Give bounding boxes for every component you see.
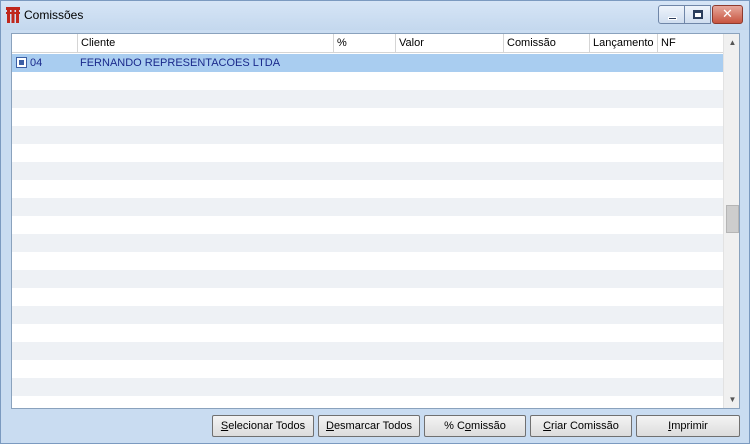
button-label: mprimir xyxy=(671,420,708,432)
empty-row xyxy=(12,162,723,180)
comissoes-window: Comissões ✕ Cliente % Comissão Valor Com… xyxy=(0,0,750,444)
empty-row xyxy=(12,396,723,408)
cell-lancamento xyxy=(589,54,657,72)
empty-row xyxy=(12,216,723,234)
column-header-comissao[interactable]: Comissão xyxy=(503,34,589,53)
desmarcar-todos-button[interactable]: Desmarcar Todos xyxy=(318,415,420,437)
empty-row xyxy=(12,288,723,306)
cell-pct-comissao xyxy=(333,54,395,72)
empty-row xyxy=(12,90,723,108)
mnemonic: D xyxy=(325,420,334,432)
empty-row xyxy=(12,234,723,252)
mnemonic: C xyxy=(543,420,552,432)
column-header-valor[interactable]: Valor xyxy=(395,34,503,53)
table-row[interactable]: 04 FERNANDO REPRESENTACOES LTDA xyxy=(12,54,723,72)
pct-comissao-button[interactable]: % Comissão xyxy=(424,415,526,437)
maximize-button[interactable] xyxy=(685,5,711,24)
imprimir-button[interactable]: Imprimir xyxy=(636,415,740,437)
column-header-pct-comissao[interactable]: % Comissão xyxy=(333,34,395,68)
cell-cliente: FERNANDO REPRESENTACOES LTDA xyxy=(80,57,281,69)
minimize-button[interactable] xyxy=(658,5,685,24)
criar-comissao-button[interactable]: Criar Comissão xyxy=(530,415,632,437)
button-label: riar Comissão xyxy=(551,420,619,432)
app-logo-icon xyxy=(6,7,20,23)
empty-row xyxy=(12,180,723,198)
title-bar[interactable]: Comissões ✕ xyxy=(1,1,749,30)
close-button[interactable]: ✕ xyxy=(712,5,743,24)
column-header-lancamento[interactable]: Lançamento xyxy=(589,34,657,53)
empty-row xyxy=(12,198,723,216)
close-icon: ✕ xyxy=(722,7,733,22)
empty-row xyxy=(12,144,723,162)
empty-row xyxy=(12,126,723,144)
button-label: elecionar Todos xyxy=(228,420,306,432)
cell-code: 04 xyxy=(30,57,43,69)
column-header-cliente[interactable]: Cliente xyxy=(77,34,333,53)
scrollbar-thumb[interactable] xyxy=(726,205,739,233)
selecionar-todos-button[interactable]: Selecionar Todos xyxy=(212,415,314,437)
maximize-icon xyxy=(693,10,703,19)
vertical-scrollbar[interactable]: ▲ ▼ xyxy=(723,34,739,408)
button-label: % C xyxy=(444,420,465,432)
empty-row xyxy=(12,252,723,270)
empty-row xyxy=(12,270,723,288)
cell-comissao xyxy=(503,54,589,72)
empty-row xyxy=(12,306,723,324)
empty-row xyxy=(12,324,723,342)
column-header-nf[interactable]: NF xyxy=(657,34,723,53)
grid-header: Cliente % Comissão Valor Comissão Lançam… xyxy=(12,34,723,68)
row-selector-icon[interactable] xyxy=(16,57,27,68)
empty-row xyxy=(12,72,723,90)
window-title: Comissões xyxy=(24,8,84,22)
scroll-up-icon[interactable]: ▲ xyxy=(724,34,739,51)
column-header-code[interactable] xyxy=(12,34,77,53)
grid-rows: 04 FERNANDO REPRESENTACOES LTDA xyxy=(12,54,723,408)
button-label: esmarcar Todos xyxy=(333,420,412,432)
minimize-icon xyxy=(668,17,677,20)
empty-row xyxy=(12,360,723,378)
empty-row xyxy=(12,378,723,396)
cell-nf xyxy=(657,54,723,72)
empty-row xyxy=(12,108,723,126)
scroll-down-icon[interactable]: ▼ xyxy=(724,391,739,408)
button-label: missão xyxy=(471,420,506,432)
empty-row xyxy=(12,342,723,360)
cell-valor xyxy=(395,54,503,72)
comissoes-grid[interactable]: Cliente % Comissão Valor Comissão Lançam… xyxy=(11,33,740,409)
